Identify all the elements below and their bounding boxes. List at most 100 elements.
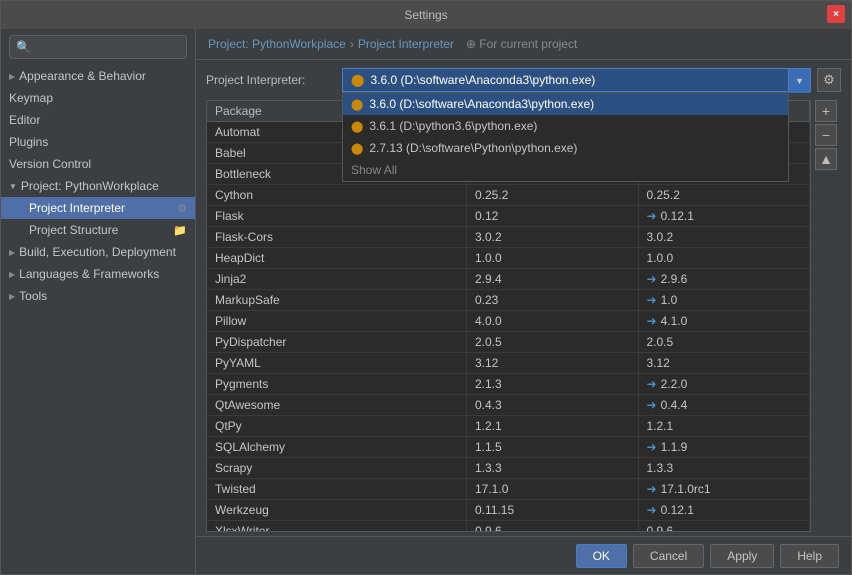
breadcrumb-note: ⊕ For current project — [466, 37, 577, 51]
cell-package: PyDispatcher — [207, 332, 467, 352]
table-row[interactable]: MarkupSafe 0.23 ➜1.0 — [207, 290, 810, 311]
cell-package: Twisted — [207, 479, 467, 499]
cell-package: XlsxWriter — [207, 521, 467, 531]
interpreter-dropdown-arrow[interactable]: ▼ — [788, 69, 810, 93]
dropdown-item-1[interactable]: ⬤ 3.6.1 (D:\python3.6\python.exe) — [343, 115, 788, 137]
interpreter-value: 3.6.0 (D:\software\Anaconda3\python.exe) — [370, 73, 595, 87]
ok-button[interactable]: OK — [576, 544, 627, 568]
table-row[interactable]: Pygments 2.1.3 ➜2.2.0 — [207, 374, 810, 395]
cell-package: Flask — [207, 206, 467, 226]
breadcrumb: Project: PythonWorkplace › Project Inter… — [196, 29, 851, 60]
table-row[interactable]: Scrapy 1.3.3 1.3.3 — [207, 458, 810, 479]
table-side-buttons: + − ▲ — [811, 100, 841, 532]
dropdown-item-label-2: 2.7.13 (D:\software\Python\python.exe) — [369, 141, 577, 155]
cell-latest: 1.3.3 — [639, 458, 811, 478]
dropdown-item-2[interactable]: ⬤ 2.7.13 (D:\software\Python\python.exe) — [343, 137, 788, 159]
show-all-interpreters[interactable]: Show All — [343, 159, 788, 181]
interpreter-settings-button[interactable]: ⚙ — [817, 68, 841, 92]
cancel-button[interactable]: Cancel — [633, 544, 704, 568]
remove-package-button[interactable]: − — [815, 124, 837, 146]
sidebar-item-label: Plugins — [9, 135, 48, 149]
cell-version: 0.12 — [467, 206, 639, 226]
table-row[interactable]: Flask 0.12 ➜0.12.1 — [207, 206, 810, 227]
apply-button[interactable]: Apply — [710, 544, 774, 568]
table-row[interactable]: QtAwesome 0.4.3 ➜0.4.4 — [207, 395, 810, 416]
triangle-icon: ▶ — [9, 72, 15, 81]
cell-package: Pygments — [207, 374, 467, 394]
sidebar-item-appearance[interactable]: ▶ Appearance & Behavior — [1, 65, 195, 87]
interpreter-label: Project Interpreter: — [206, 73, 336, 87]
sidebar-item-keymap[interactable]: Keymap — [1, 87, 195, 109]
sidebar-item-label: Build, Execution, Deployment — [19, 245, 176, 259]
upgrade-package-button[interactable]: ▲ — [815, 148, 837, 170]
help-button[interactable]: Help — [780, 544, 839, 568]
cell-package: Pillow — [207, 311, 467, 331]
cell-version: 17.1.0 — [467, 479, 639, 499]
python-icon-2: ⬤ — [351, 142, 363, 155]
upgrade-icon: ➜ — [647, 314, 657, 328]
sidebar-item-label: Project Interpreter — [29, 201, 125, 215]
table-row[interactable]: Werkzeug 0.11.15 ➜0.12.1 — [207, 500, 810, 521]
cell-version: 1.0.0 — [467, 248, 639, 268]
sidebar-item-plugins[interactable]: Plugins — [1, 131, 195, 153]
cell-latest: ➜17.1.0rc1 — [639, 479, 811, 499]
table-row[interactable]: PyYAML 3.12 3.12 — [207, 353, 810, 374]
cell-latest: 1.0.0 — [639, 248, 811, 268]
main-content: 🔍 ▶ Appearance & Behavior Keymap Editor … — [1, 29, 851, 574]
sidebar-item-editor[interactable]: Editor — [1, 109, 195, 131]
sidebar-item-build[interactable]: ▶ Build, Execution, Deployment — [1, 241, 195, 263]
interpreter-select[interactable]: ⬤ 3.6.0 (D:\software\Anaconda3\python.ex… — [342, 68, 811, 92]
gear-icon: ⚙ — [177, 202, 187, 215]
cell-latest: 0.9.6 — [639, 521, 811, 531]
table-row[interactable]: PyDispatcher 2.0.5 2.0.5 — [207, 332, 810, 353]
triangle-icon: ▶ — [9, 248, 15, 257]
sidebar-item-project[interactable]: ▼ Project: PythonWorkplace — [1, 175, 195, 197]
interpreter-icon: ⬤ — [351, 73, 364, 87]
cell-package: Werkzeug — [207, 500, 467, 520]
sidebar-search[interactable]: 🔍 — [9, 35, 187, 59]
cell-version: 0.25.2 — [467, 185, 639, 205]
sidebar-item-label: Appearance & Behavior — [19, 69, 146, 83]
sidebar-item-tools[interactable]: ▶ Tools — [1, 285, 195, 307]
sidebar-item-version-control[interactable]: Version Control — [1, 153, 195, 175]
interpreter-row: Project Interpreter: ⬤ 3.6.0 (D:\softwar… — [196, 60, 851, 100]
dialog-title: Settings — [404, 8, 447, 22]
cell-version: 2.1.3 — [467, 374, 639, 394]
cell-latest: ➜0.12.1 — [639, 500, 811, 520]
table-row[interactable]: XlsxWriter 0.9.6 0.9.6 — [207, 521, 810, 531]
cell-package: HeapDict — [207, 248, 467, 268]
cell-version: 2.0.5 — [467, 332, 639, 352]
table-row[interactable]: HeapDict 1.0.0 1.0.0 — [207, 248, 810, 269]
python-icon-0: ⬤ — [351, 98, 363, 111]
cell-latest: 3.0.2 — [639, 227, 811, 247]
cell-latest: ➜1.0 — [639, 290, 811, 310]
cell-latest: 0.25.2 — [639, 185, 811, 205]
cell-latest: ➜2.9.6 — [639, 269, 811, 289]
table-row[interactable]: Flask-Cors 3.0.2 3.0.2 — [207, 227, 810, 248]
cell-package: Cython — [207, 185, 467, 205]
cell-package: Scrapy — [207, 458, 467, 478]
cell-package: Jinja2 — [207, 269, 467, 289]
python-icon-1: ⬤ — [351, 120, 363, 133]
sidebar-search-input[interactable] — [35, 40, 180, 54]
breadcrumb-page: Project Interpreter — [358, 37, 454, 51]
cell-latest: ➜2.2.0 — [639, 374, 811, 394]
cell-version: 0.11.15 — [467, 500, 639, 520]
upgrade-icon: ➜ — [647, 398, 657, 412]
sidebar-item-languages[interactable]: ▶ Languages & Frameworks — [1, 263, 195, 285]
close-button[interactable]: × — [827, 5, 845, 23]
table-row[interactable]: Twisted 17.1.0 ➜17.1.0rc1 — [207, 479, 810, 500]
sidebar-item-project-structure[interactable]: Project Structure 📁 — [1, 219, 195, 241]
dropdown-item-0[interactable]: ⬤ 3.6.0 (D:\software\Anaconda3\python.ex… — [343, 93, 788, 115]
cell-package: QtAwesome — [207, 395, 467, 415]
add-package-button[interactable]: + — [815, 100, 837, 122]
breadcrumb-arrow: › — [350, 37, 354, 51]
sidebar-item-project-interpreter[interactable]: Project Interpreter ⚙ — [1, 197, 195, 219]
cell-latest: ➜0.12.1 — [639, 206, 811, 226]
table-row[interactable]: SQLAlchemy 1.1.5 ➜1.1.9 — [207, 437, 810, 458]
table-row[interactable]: Pillow 4.0.0 ➜4.1.0 — [207, 311, 810, 332]
cell-latest: ➜4.1.0 — [639, 311, 811, 331]
table-row[interactable]: QtPy 1.2.1 1.2.1 — [207, 416, 810, 437]
table-row[interactable]: Cython 0.25.2 0.25.2 — [207, 185, 810, 206]
table-row[interactable]: Jinja2 2.9.4 ➜2.9.6 — [207, 269, 810, 290]
